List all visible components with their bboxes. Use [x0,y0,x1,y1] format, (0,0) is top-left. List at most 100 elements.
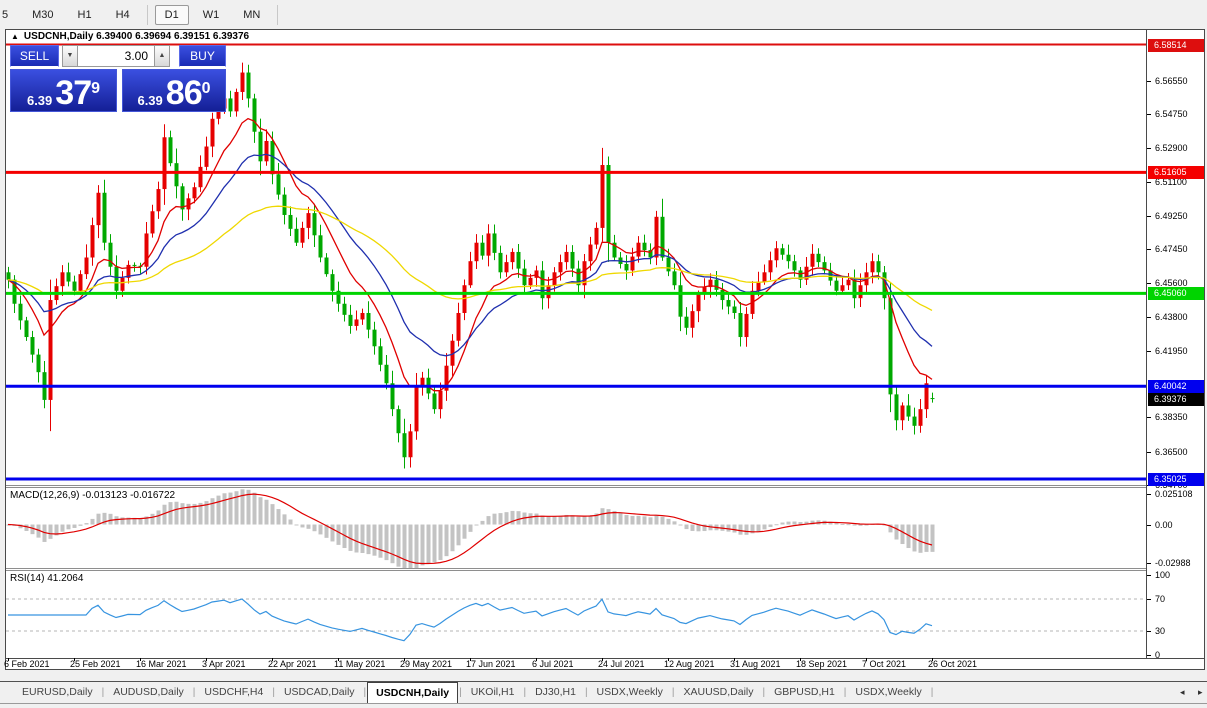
price-tick-mark [1147,317,1151,318]
price-tick-mark [1147,417,1151,418]
rsi-tick-mark [1147,599,1151,600]
price-tick-label: 6.38350 [1155,412,1188,422]
timeframe-toolbar: 5 M30 H1 H4 D1 W1 MN [0,0,1207,29]
date-label: 22 Apr 2021 [268,659,317,669]
price-tick-label: 6.47450 [1155,244,1188,254]
tab-scroll-right-icon[interactable]: ▸ [1198,687,1203,698]
tab-scroll-left-icon[interactable]: ◂ [1180,687,1185,698]
lot-size-input[interactable] [78,45,154,67]
hline-price-label: 6.51605 [1148,166,1204,179]
price-tick-label: 6.36500 [1155,447,1188,457]
price-tick-mark [1147,351,1151,352]
chart-window: ▲ USDCNH,Daily 6.39400 6.39694 6.39151 6.… [4,29,1205,670]
price-tick-mark [1147,216,1151,217]
lot-increase-button[interactable]: ▲ [154,45,170,67]
price-tick-mark [1147,182,1151,183]
tab-divider: | [584,687,588,698]
timeframe-button-w1[interactable]: W1 [193,5,230,25]
tab-dj30-h1[interactable]: DJ30,H1 [527,683,584,702]
buy-price-prefix: 6.39 [137,93,163,108]
date-label: 18 Sep 2021 [796,659,848,669]
tab-ukoil-h1[interactable]: UKOil,H1 [463,683,523,702]
macd-pane[interactable]: MACD(12,26,9) -0.013123 -0.016722 [6,488,1146,568]
chart-title: USDCNH,Daily 6.39400 6.39694 6.39151 6.3… [23,31,250,42]
price-tick-mark [1147,452,1151,453]
tab-usdcad-daily[interactable]: USDCAD,Daily [276,683,363,702]
one-click-trade-panel: SELL ▼ ▲ BUY 6.39 37 9 6.39 86 0 [10,45,226,112]
date-label: 31 Aug 2021 [730,659,781,669]
tab-gbpusd-h1[interactable]: GBPUSD,H1 [766,683,843,702]
hline-price-label: 6.45060 [1148,287,1204,300]
price-tick-label: 6.52900 [1155,143,1188,153]
timeframe-button-mn[interactable]: MN [233,5,270,25]
price-tick-mark [1147,148,1151,149]
macd-tick-label: 0.025108 [1155,489,1193,499]
rsi-tick-label: 100 [1155,570,1171,580]
timeframe-button-d1[interactable]: D1 [154,4,189,25]
price-axis[interactable]: 6.56550 6.54750 6.52900 6.51100 6.49250 6.474… [1146,30,1204,660]
price-tick-mark [1147,114,1151,115]
date-label: 6 Jul 2021 [532,659,574,669]
tab-eurusd-daily[interactable]: EURUSD,Daily [14,683,101,702]
date-label: 7 Oct 2021 [862,659,907,669]
tab-usdchf-h4[interactable]: USDCHF,H4 [196,683,271,702]
date-label: 11 May 2021 [334,659,386,669]
tab-usdx-weekly[interactable]: USDX,Weekly [847,683,929,702]
tab-divider: | [523,687,527,698]
buy-price-tile[interactable]: 6.39 86 0 [122,69,226,112]
tab-divider: | [930,687,934,698]
date-label: 3 Apr 2021 [202,659,246,669]
date-label: 16 Mar 2021 [136,659,187,669]
hline-price-label: 6.58514 [1148,39,1204,52]
chart-tab-bar: EURUSD,Daily | AUDUSD,Daily | USDCHF,H4 | USDC… [0,681,1207,708]
date-axis[interactable]: 6 Feb 2021 25 Feb 2021 16 Mar 2021 3 Apr 20… [4,658,1146,669]
rsi-tick-label: 70 [1155,594,1166,604]
current-price-label: 6.39376 [1148,393,1204,406]
tab-bar-divider [0,703,1207,704]
tab-divider: | [762,687,766,698]
price-tick-label: 6.43800 [1155,312,1188,322]
lot-decrease-button[interactable]: ▼ [62,45,78,67]
price-tick-label: 6.49250 [1155,211,1188,221]
tab-divider: | [101,687,105,698]
timeframe-button-m30[interactable]: M30 [22,5,63,25]
timeframe-button-h1[interactable]: H1 [68,5,102,25]
macd-tick-mark [1147,525,1151,526]
price-tick-label: 6.56550 [1155,76,1188,86]
macd-tick-label: 0.00 [1155,520,1173,530]
trade-panel-controls: SELL ▼ ▲ BUY [10,45,226,67]
trade-panel-prices: 6.39 37 9 6.39 86 0 [10,69,226,112]
price-tick-mark [1147,249,1151,250]
date-label: 12 Aug 2021 [664,659,715,669]
date-label: 26 Oct 2021 [928,659,978,669]
sell-price-tile[interactable]: 6.39 37 9 [10,69,117,112]
tab-usdcnh-daily[interactable]: USDCNH,Daily [367,681,459,703]
timeframe-button-5[interactable]: 5 [0,5,18,25]
timeframe-button-h4[interactable]: H4 [106,5,140,25]
macd-tick-mark [1147,563,1151,564]
rsi-tick-mark [1147,575,1151,576]
date-label: 17 Jun 2021 [466,659,516,669]
rsi-label: RSI(14) 41.2064 [10,573,84,584]
sell-price-prefix: 6.39 [26,93,53,108]
sell-price-pips: 37 [55,74,92,112]
buy-price-pips: 86 [165,74,203,112]
date-label: 29 May 2021 [400,659,453,669]
tab-xauusd-daily[interactable]: XAUUSD,Daily [675,683,761,702]
price-tick-mark [1147,283,1151,284]
price-tick-label: 6.41950 [1155,346,1188,356]
tab-audusd-daily[interactable]: AUDUSD,Daily [105,683,192,702]
buy-button[interactable]: BUY [179,45,226,67]
rsi-pane[interactable]: RSI(14) 41.2064 [6,571,1146,658]
hline-price-label: 6.35025 [1148,473,1204,486]
tab-divider: | [272,687,275,698]
tab-usdx-weekly[interactable]: USDX,Weekly [589,683,671,702]
hline-price-label: 6.40042 [1148,380,1204,393]
sell-button[interactable]: SELL [10,45,59,67]
rsi-tick-label: 0 [1155,650,1161,660]
tab-divider: | [671,687,675,698]
rsi-tick-mark [1147,631,1151,632]
one-click-panel-toggle-icon[interactable]: ▲ [11,32,19,41]
tab-divider: | [192,687,196,698]
rsi-tick-label: 30 [1155,626,1166,636]
